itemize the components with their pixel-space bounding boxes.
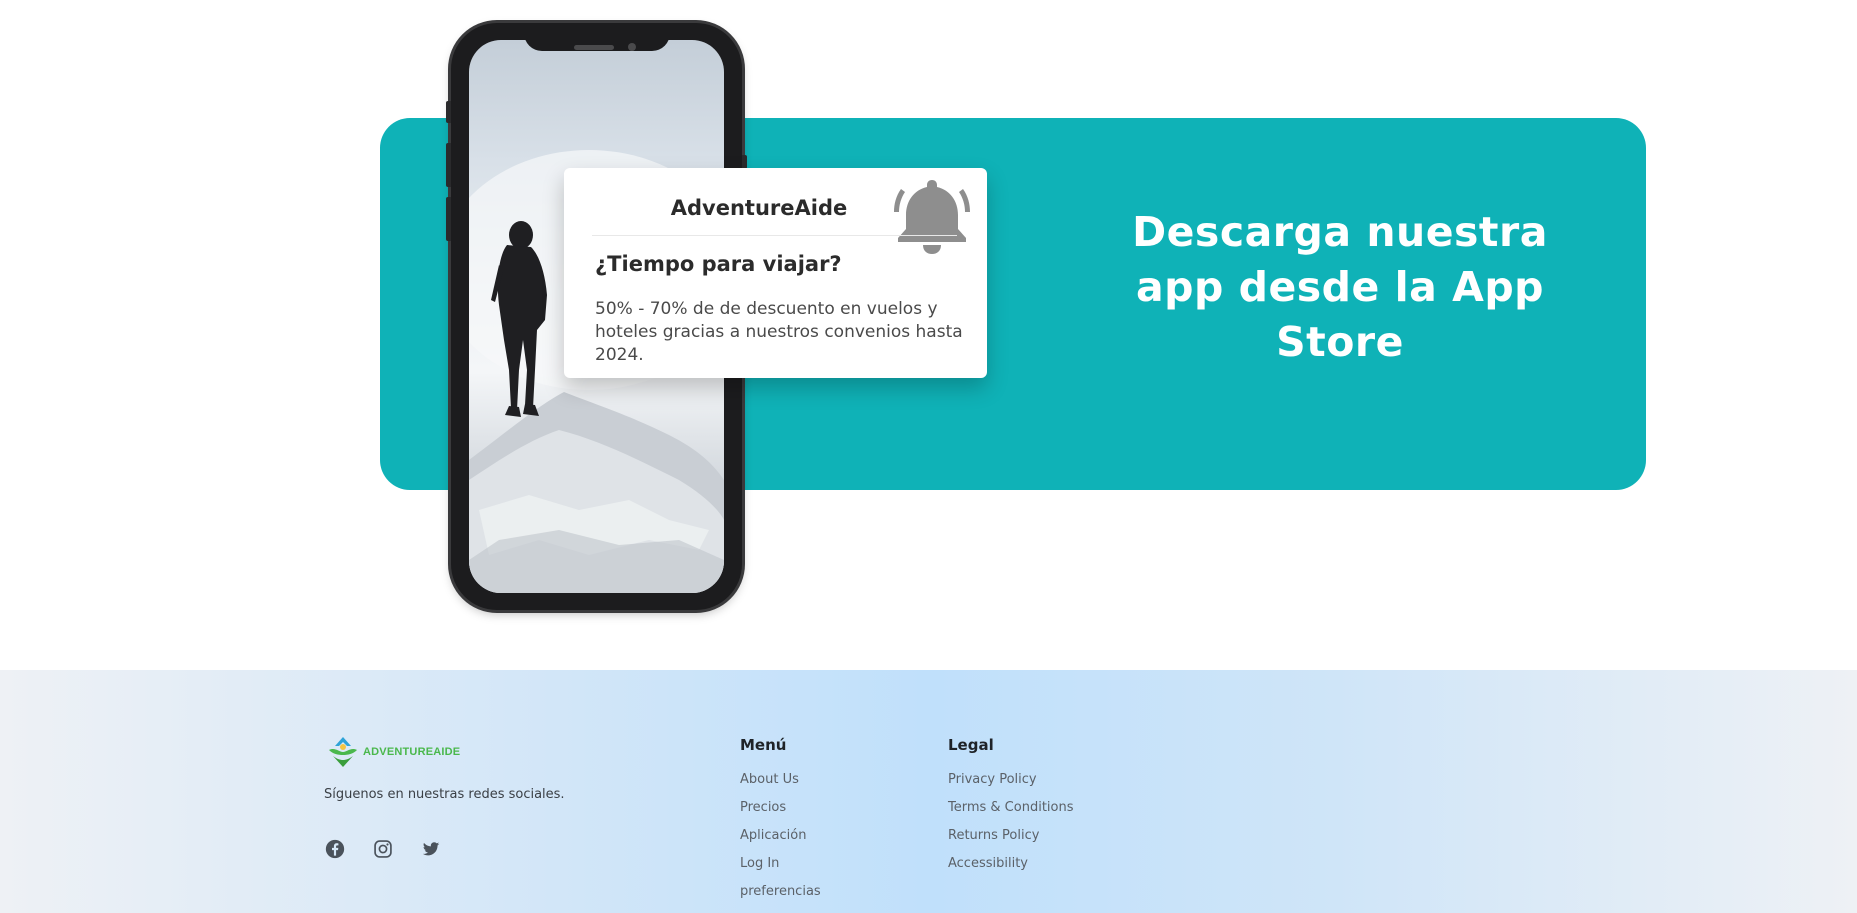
app-promo-section: AdventureAide ¿Tiempo para viajar? 50% -…	[0, 0, 1857, 670]
menu-link-log-in[interactable]: Log In	[740, 855, 821, 883]
twitter-icon[interactable]	[420, 838, 442, 860]
legal-link-accessibility[interactable]: Accessibility	[948, 855, 1074, 883]
legal-title: Legal	[948, 736, 994, 754]
notification-divider	[592, 235, 957, 236]
social-links	[324, 838, 442, 860]
phone-volume-up	[446, 143, 451, 187]
facebook-icon[interactable]	[324, 838, 346, 860]
logo-text: ADVENTUREAIDE	[363, 746, 461, 758]
bell-icon	[892, 174, 972, 260]
instagram-icon[interactable]	[372, 838, 394, 860]
logo-icon	[329, 737, 357, 767]
push-notification-card[interactable]: AdventureAide ¿Tiempo para viajar? 50% -…	[564, 168, 987, 378]
footer-menu-column: Menú About Us Precios Aplicación Log In …	[740, 736, 821, 911]
site-footer: ADVENTUREAIDE Síguenos en nuestras redes…	[0, 670, 1857, 913]
phone-mute-switch	[446, 101, 451, 123]
notification-title: ¿Tiempo para viajar?	[595, 252, 842, 276]
legal-link-returns-policy[interactable]: Returns Policy	[948, 827, 1074, 855]
menu-title: Menú	[740, 736, 787, 754]
menu-link-about-us[interactable]: About Us	[740, 771, 821, 799]
legal-link-terms-conditions[interactable]: Terms & Conditions	[948, 799, 1074, 827]
phone-power-button	[742, 155, 747, 169]
footer-legal-column: Legal Privacy Policy Terms & Conditions …	[948, 736, 1074, 883]
follow-us-text: Síguenos en nuestras redes sociales.	[324, 787, 565, 802]
phone-volume-down	[446, 197, 451, 241]
banner-headline: Descarga nuestra app desde la App Store	[1132, 208, 1548, 366]
menu-link-preferencias[interactable]: preferencias	[740, 883, 821, 911]
footer-logo[interactable]: ADVENTUREAIDE	[325, 734, 460, 770]
legal-link-privacy-policy[interactable]: Privacy Policy	[948, 771, 1074, 799]
notification-body: 50% - 70% de de descuento en vuelos y ho…	[595, 299, 963, 365]
menu-link-precios[interactable]: Precios	[740, 799, 821, 827]
phone-notch	[524, 23, 670, 51]
menu-link-aplicacion[interactable]: Aplicación	[740, 827, 821, 855]
